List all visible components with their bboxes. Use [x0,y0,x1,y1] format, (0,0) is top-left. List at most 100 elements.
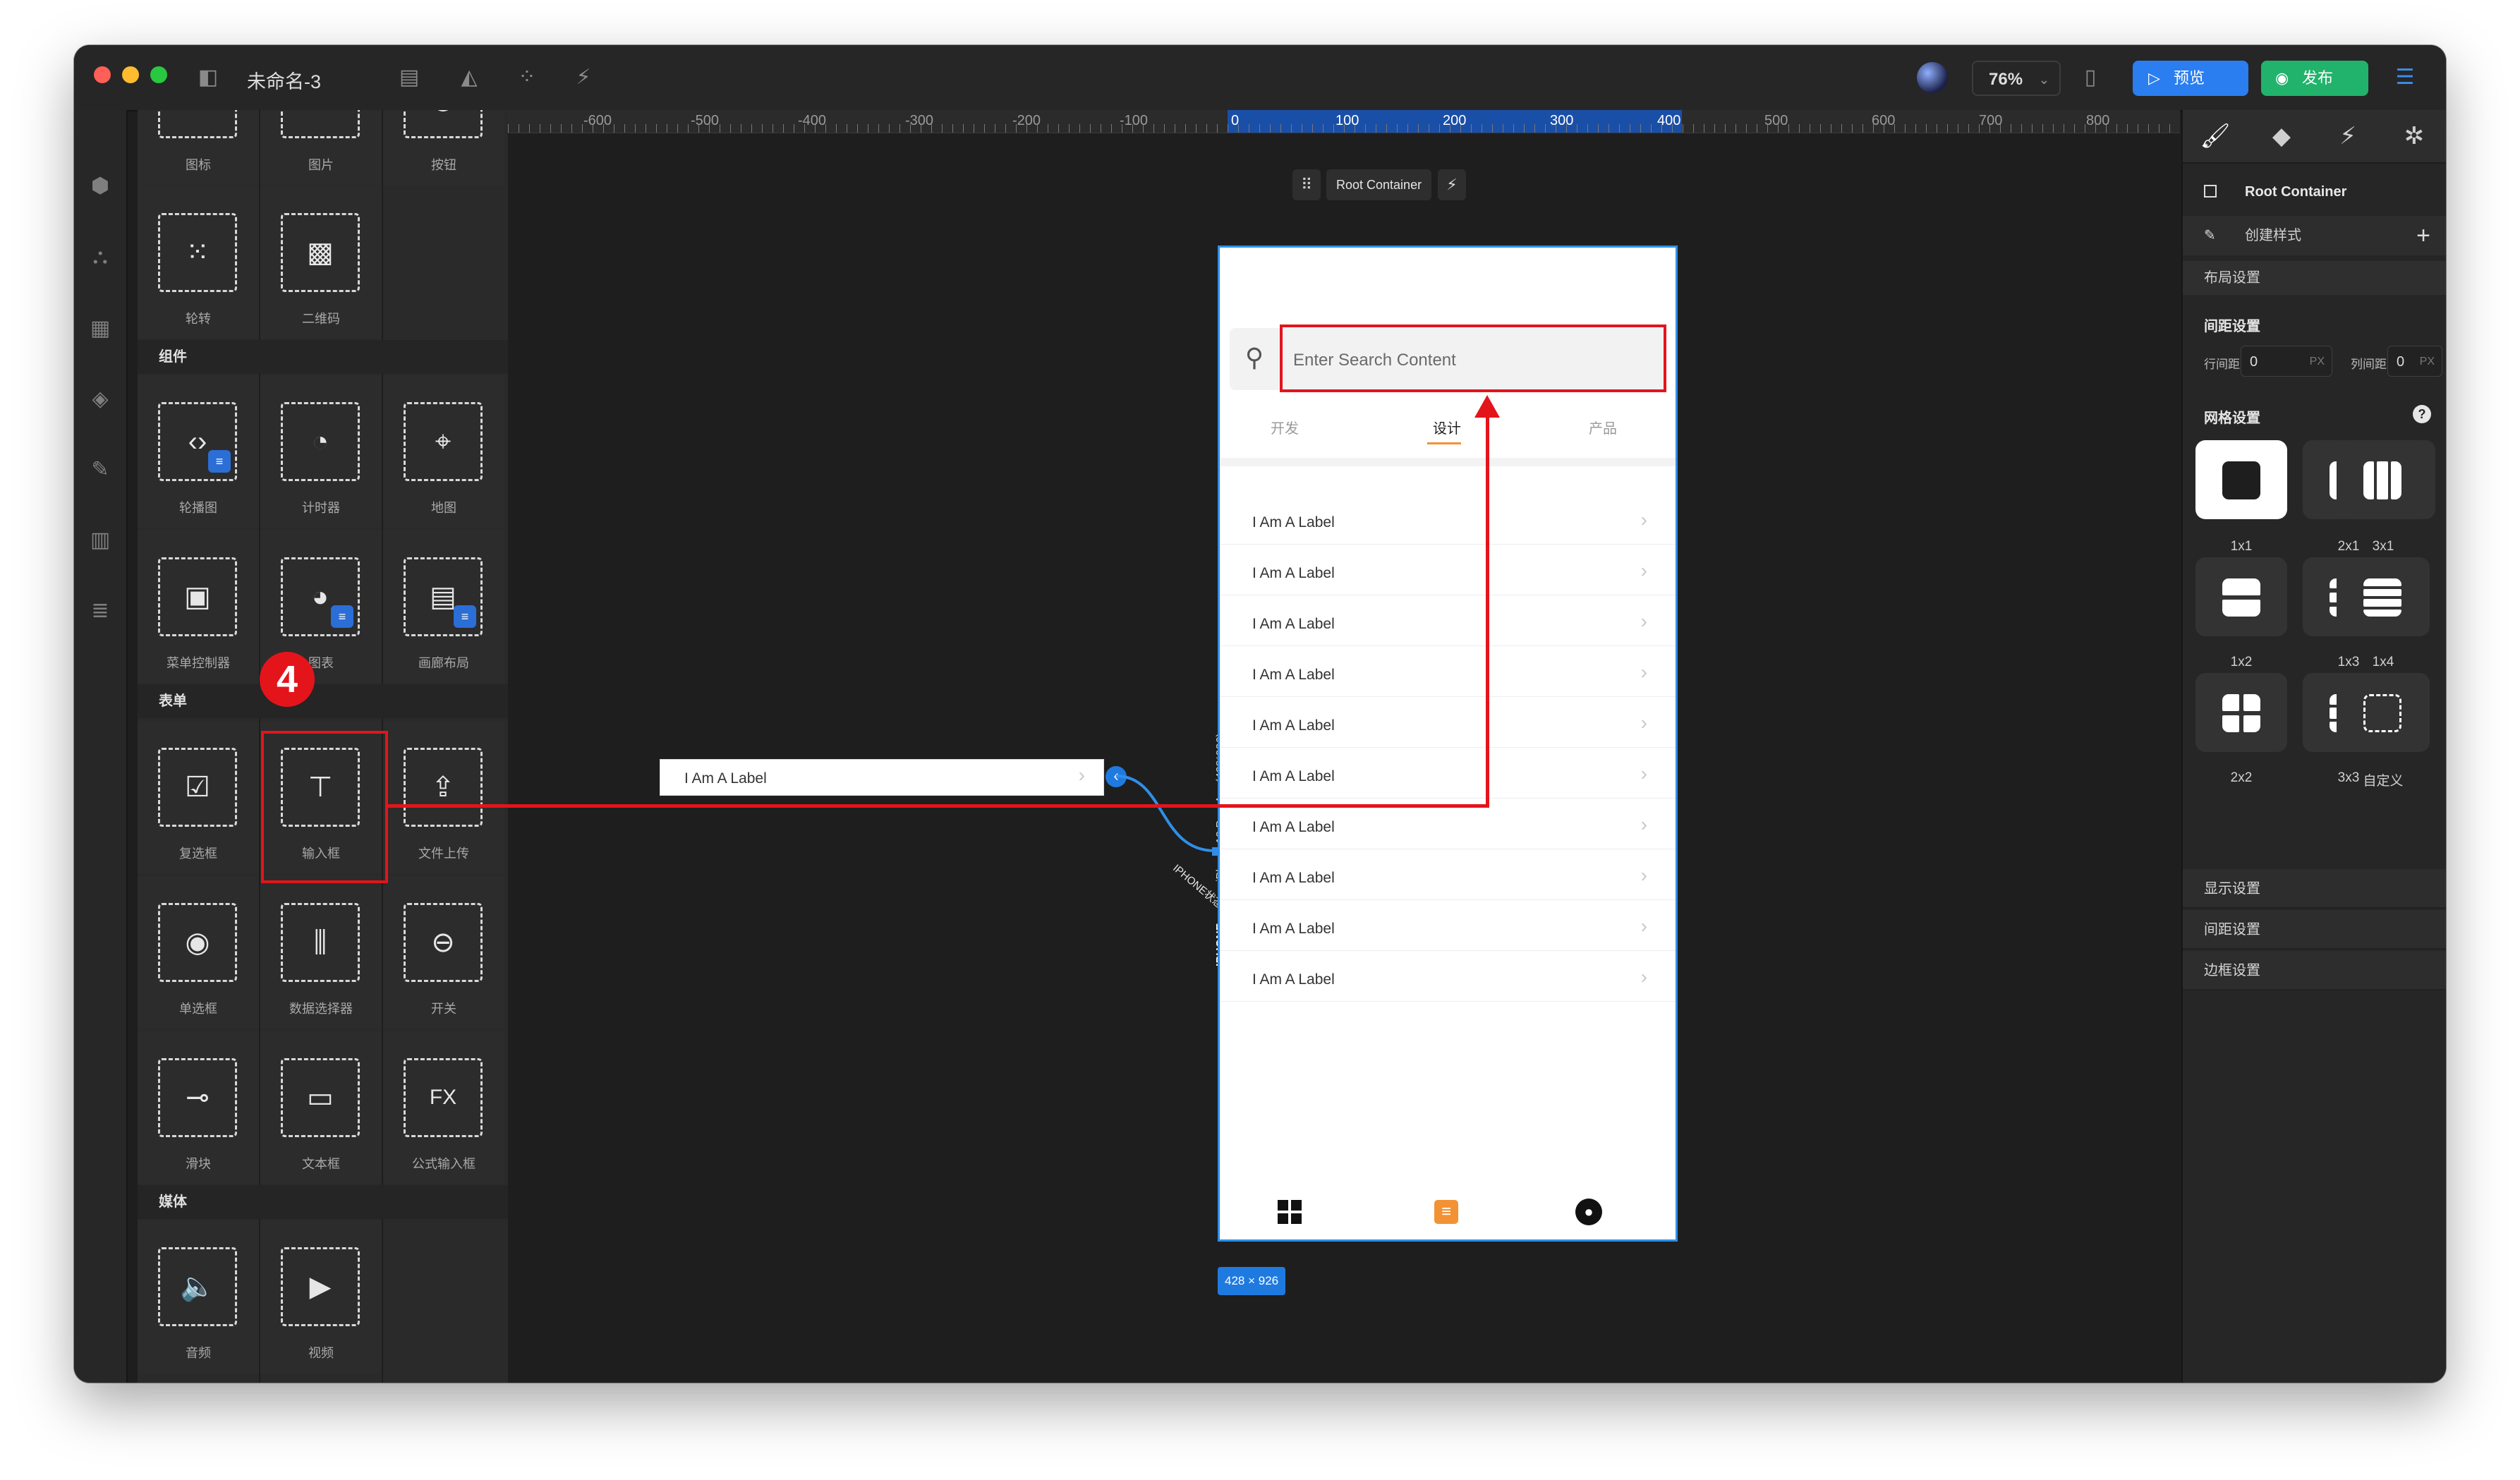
close-window-button[interactable] [94,66,111,83]
user-avatar[interactable] [1917,62,1948,93]
grid-option-label: 1x2 [2230,655,2253,669]
events-bolt-icon[interactable]: ⚡ [2315,110,2380,162]
spacing-settings-accordion[interactable]: 间距设置 [2183,910,2446,950]
list-item[interactable]: I Am A Label › [1220,595,1676,646]
grid-option-1x1[interactable] [2195,440,2287,519]
grid-option-label: 2x2 [2230,770,2253,785]
col-gap-input[interactable]: 0 PX [2387,346,2442,377]
component-label: 二维码 [302,312,340,326]
component-formula-input[interactable]: FX 公式输入框 [383,1031,504,1184]
component-video[interactable]: ▶ 视频 [260,1220,382,1373]
grid-option-1x2[interactable] [2195,557,2287,636]
component-carousel[interactable]: ‹› ≡ 轮播图 [138,375,259,528]
grid-option-label: 3x1 [2372,539,2394,554]
modules-icon[interactable]: ⛬ [86,243,114,271]
horizontal-ruler: -600 -500 -400 -300 -200 -100 0 100 200 … [508,110,2180,133]
grid-option-2x2[interactable] [2195,673,2287,752]
design-canvas[interactable]: -600 -500 -400 -300 -200 -100 0 100 200 … [508,110,2180,1383]
row-gap-input[interactable]: 0 PX [2241,346,2332,377]
sidebar-toggle-icon[interactable]: ◧ [194,63,222,92]
document-icon[interactable]: ≡ [1434,1200,1458,1224]
component-qrcode[interactable]: ▩ 二维码 [260,186,382,339]
component-image[interactable]: ▭ 图片 [260,110,382,185]
assets-icon[interactable]: ⁘ [513,63,541,92]
component-gallery-layout[interactable]: ▤ ≡ 画廊布局 [383,530,504,683]
publish-button[interactable]: ◉ 发布 [2261,61,2368,96]
list-item[interactable]: I Am A Label › [1220,493,1676,545]
cube-icon[interactable]: ⬢ [86,172,114,200]
ruler-tick: 0 [1231,113,1240,128]
list-item[interactable]: I Am A Label › [1220,747,1676,799]
help-icon[interactable]: ? [2413,405,2431,423]
component-file-upload[interactable]: ⇪ 文件上传 [383,721,504,873]
components-icon[interactable]: ◭ [455,63,483,92]
list-item[interactable]: I Am A Label › [1220,849,1676,900]
list-item[interactable]: I Am A Label › [1220,950,1676,1002]
layout-icon[interactable]: ▦ [86,315,114,343]
debug-bug-icon[interactable]: ✲ [2382,110,2446,162]
component-map[interactable]: ⌖ 地图 [383,375,504,528]
add-icon[interactable]: + [2416,216,2430,255]
detached-list-row[interactable]: I Am A Label › [660,759,1104,796]
layout-section-header[interactable]: 布局设置 [2183,261,2446,295]
step-number-badge: 4 [260,652,315,707]
spinner-icon: ⁙ [158,213,237,292]
minimize-window-button[interactable] [122,66,139,83]
list-item[interactable]: I Am A Label › [1220,696,1676,748]
list-item-label: I Am A Label [1252,921,1335,937]
grid-option-custom[interactable] [2337,673,2430,752]
phone-artboard[interactable]: ⚲ Enter Search Content 开发 设计 产品 I Am A L… [1218,245,1678,1242]
layers-icon[interactable]: ◈ [86,385,114,413]
image-icon: ▭ [281,110,360,138]
component-label: 文本框 [302,1157,340,1171]
component-data-picker[interactable]: ⫼ 数据选择器 [260,876,382,1029]
template-icon[interactable]: ▥ [86,526,114,554]
component-timer[interactable]: ◔ 计时器 [260,375,382,528]
tab-product[interactable]: 产品 [1589,417,1617,437]
component-icon[interactable]: ☆ 图标 [138,110,259,185]
component-button[interactable]: ◡ 按钮 [383,110,504,185]
pin-icon[interactable]: ✎ [86,456,114,484]
component-slider[interactable]: ⊸ 滑块 [138,1031,259,1184]
chevron-right-icon: › [1640,813,1647,835]
app-window: ◧ 未命名-3 ▤ ◭ ⁘ ⚡ 76% ⌄ ▯ ▷ 预览 ◉ 发布 ☰ ⬢ ⛬ ▦ ◈… [74,45,2446,1383]
create-style-row[interactable]: ✎ 创建样式 + [2183,216,2446,255]
list-item[interactable]: I Am A Label › [1220,899,1676,951]
display-settings-accordion[interactable]: 显示设置 [2183,869,2446,909]
component-menu-controller[interactable]: ▣ 菜单控制器 [138,530,259,683]
actions-icon[interactable]: ⚡ [569,63,598,92]
component-carousel-spinner[interactable]: ⁙ 轮转 [138,186,259,339]
root-container-chip[interactable]: Root Container [1326,169,1432,200]
component-switch[interactable]: ⊖ 开关 [383,876,504,1029]
maximize-window-button[interactable] [150,66,167,83]
style-brush-icon[interactable]: 🖌 [2183,110,2248,162]
border-settings-accordion[interactable]: 边框设置 [2183,951,2446,990]
zoom-select[interactable]: 76% ⌄ [1972,61,2061,96]
list-item[interactable]: I Am A Label › [1220,544,1676,595]
list-item[interactable]: I Am A Label › [1220,645,1676,697]
component-textarea[interactable]: ▭ 文本框 [260,1031,382,1184]
slider-icon: ⊸ [158,1058,237,1137]
component-checkbox[interactable]: ☑ 复选框 [138,721,259,873]
component-label: 数据选择器 [289,1002,353,1016]
pages-icon[interactable]: ▤ [395,63,423,92]
grid-option-1x4[interactable] [2337,557,2430,636]
component-radio[interactable]: ◉ 单选框 [138,876,259,1029]
settings-sliders-icon[interactable]: ☰ [2391,63,2419,92]
profile-icon[interactable]: ● [1575,1199,1602,1225]
component-audio[interactable]: 🔈 音频 [138,1220,259,1373]
grid-option-3x1[interactable] [2337,440,2430,519]
device-icon[interactable]: ▯ [2076,63,2104,92]
dashboard-icon[interactable] [1278,1200,1302,1224]
tab-design[interactable]: 设计 [1433,417,1461,437]
bolt-icon[interactable]: ⚡ [1438,169,1466,200]
components-diamond-icon[interactable]: ◆ [2249,110,2314,162]
tab-dev[interactable]: 开发 [1271,417,1299,437]
ruler-tick: 400 [1657,113,1681,128]
component-label: 地图 [431,501,456,515]
preview-button[interactable]: ▷ 预览 [2133,61,2248,96]
connector-line [1116,775,1220,856]
grid-option-label: 自定义 [2363,774,2404,789]
list-icon[interactable]: ≣ [86,597,114,625]
drag-handle-icon[interactable]: ⠿ [1292,169,1321,200]
